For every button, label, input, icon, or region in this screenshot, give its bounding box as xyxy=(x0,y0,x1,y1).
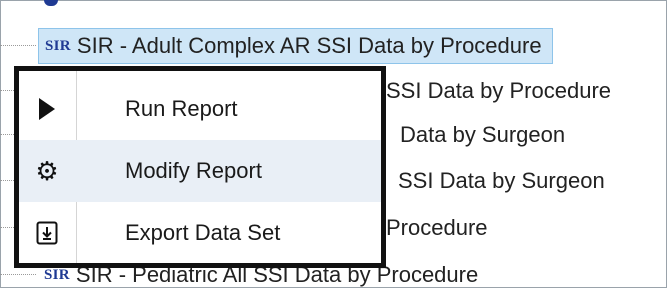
play-icon xyxy=(39,98,55,120)
tree-row-selected[interactable]: SIR SIR - Adult Complex AR SSI Data by P… xyxy=(0,28,669,64)
tree-connector xyxy=(0,274,36,275)
run-report-label: Run Report xyxy=(125,96,238,121)
sir-badge-icon: SIR xyxy=(45,37,71,54)
tree-row-label[interactable]: Data by Surgeon xyxy=(400,117,565,153)
tree-row-label[interactable]: Procedure xyxy=(386,210,488,246)
tree-row-label[interactable]: SIR - Adult Complex AR SSI Data by Proce… xyxy=(77,33,542,59)
tree-row-label[interactable]: SSI Data by Procedure xyxy=(386,73,611,109)
export-data-set-label: Export Data Set xyxy=(125,220,281,245)
run-report-menu-item[interactable]: Run Report xyxy=(19,78,381,140)
tree-row-label[interactable]: SSI Data by Surgeon xyxy=(398,163,605,199)
modify-report-menu-item[interactable]: ⚙ Modify Report xyxy=(19,140,381,202)
tree-connector xyxy=(0,45,36,46)
gear-icon: ⚙ xyxy=(35,156,59,186)
tree-row-content[interactable]: SIR SIR - Adult Complex AR SSI Data by P… xyxy=(38,28,553,64)
export-data-set-menu-item[interactable]: Export Data Set xyxy=(19,202,381,264)
context-menu: Run Report ⚙ Modify Report Export Data S… xyxy=(14,66,386,268)
modify-report-label: Modify Report xyxy=(125,158,262,183)
export-icon xyxy=(36,221,58,245)
sir-badge-icon: SIR xyxy=(44,266,70,283)
